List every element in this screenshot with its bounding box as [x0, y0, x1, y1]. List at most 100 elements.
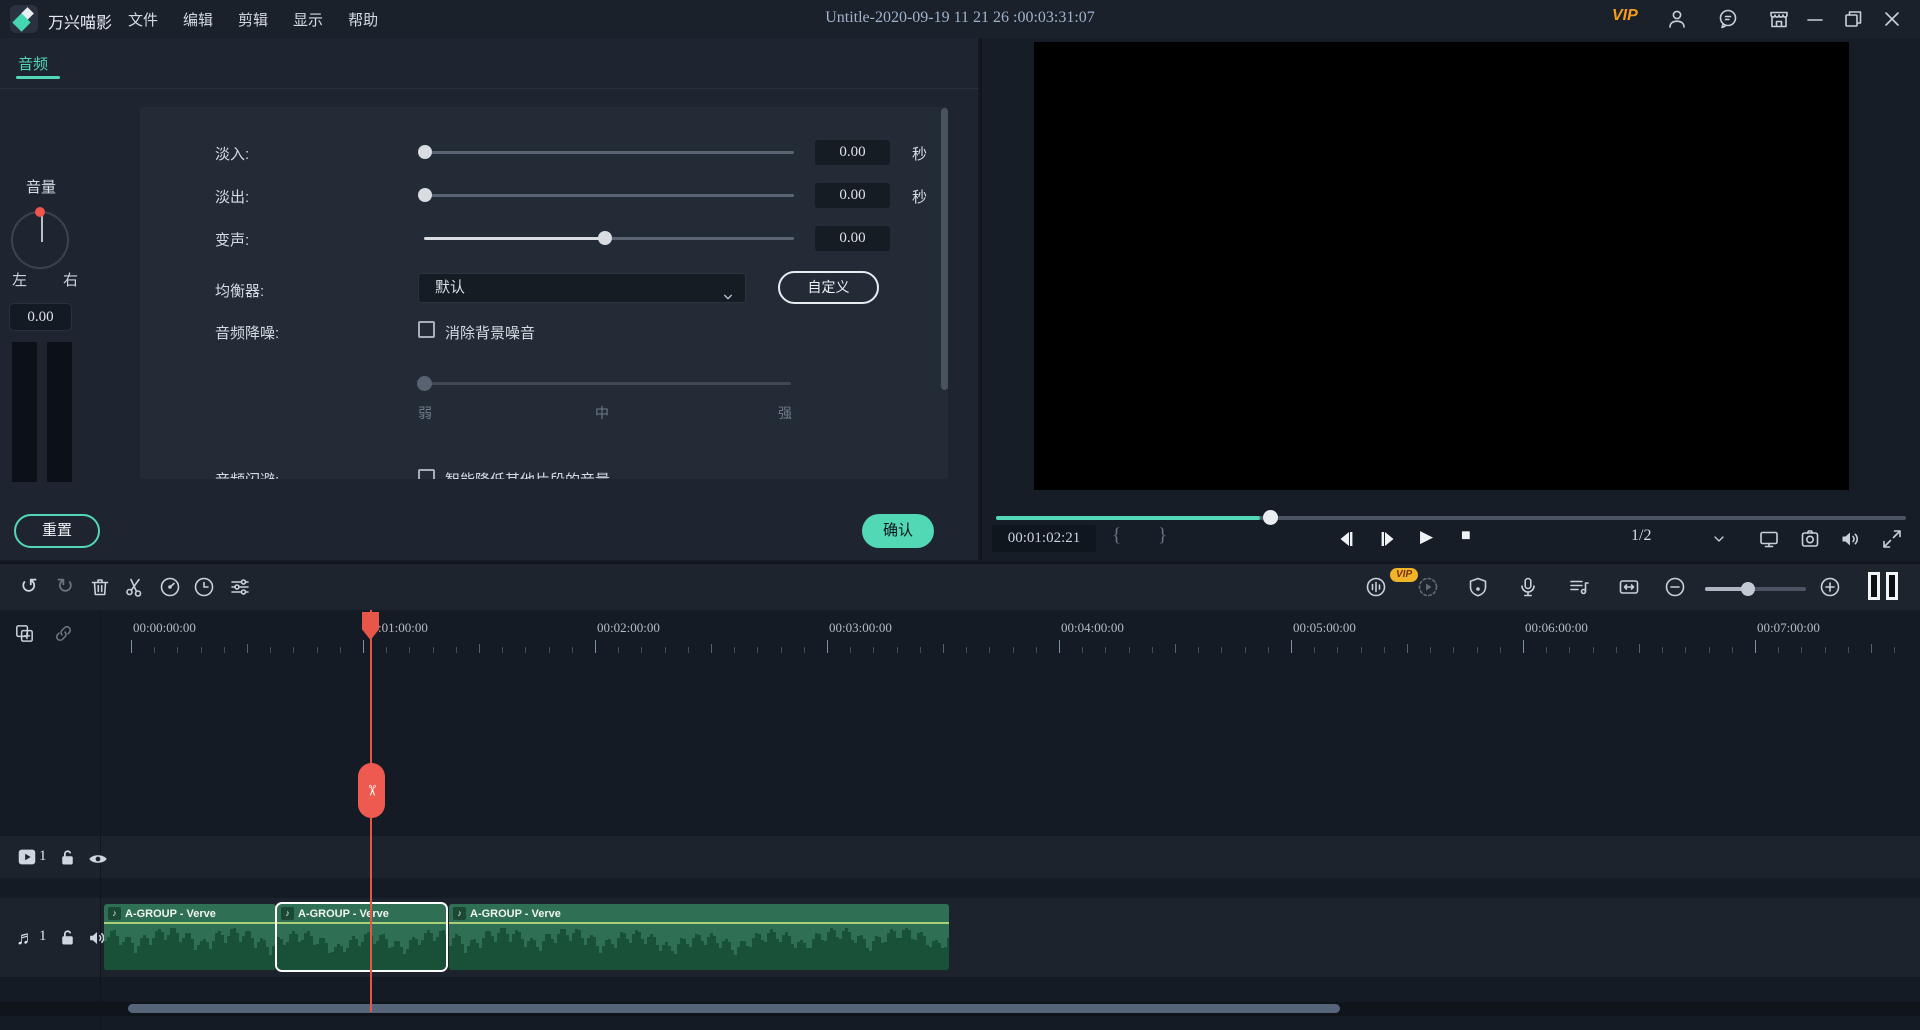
fade-out-slider-thumb[interactable] [418, 188, 432, 202]
store-icon[interactable] [1767, 7, 1791, 31]
ducking-checkbox-label: 智能降低其他片段的音量 [445, 469, 610, 479]
duration-icon[interactable] [192, 575, 218, 601]
confirm-button[interactable]: 确认 [862, 514, 934, 548]
ruler-tick [154, 647, 155, 653]
audio-meter-right [47, 342, 72, 482]
pitch-label: 变声: [215, 229, 249, 250]
play-button[interactable]: ▶ [1420, 527, 1444, 551]
preview-zoom-select[interactable]: 1/2 [1631, 527, 1651, 545]
ruler-tick [1291, 640, 1292, 653]
denoise-checkbox[interactable] [418, 321, 435, 338]
timeline-zoom-slider[interactable] [1705, 587, 1806, 591]
volume-knob[interactable] [11, 211, 69, 269]
audio-clip-0[interactable]: ♪A-GROUP - Verve [104, 904, 276, 970]
fade-out-slider[interactable] [424, 194, 794, 197]
next-frame-button[interactable] [1376, 527, 1400, 551]
ruler-tick [1523, 640, 1524, 653]
play-rendered-icon[interactable] [1416, 575, 1442, 601]
volume-envelope-line[interactable] [449, 922, 949, 924]
fullscreen-icon[interactable] [1880, 527, 1904, 551]
split-playhead-button[interactable]: ✂ [358, 763, 385, 818]
denoise-level-strong: 强 [778, 403, 792, 423]
ruler-label-3: 00:03:00:00 [829, 620, 892, 636]
volume-value-input[interactable]: 0.00 [9, 303, 72, 331]
clip-title: ♪A-GROUP - Verve [281, 906, 389, 921]
video-track-visibility-icon[interactable] [87, 848, 111, 872]
fade-out-value-input[interactable]: 0.00 [815, 183, 890, 208]
menu-item-1[interactable]: 编辑 [183, 9, 213, 30]
pitch-slider-thumb[interactable] [598, 231, 612, 245]
reset-button[interactable]: 重置 [14, 514, 100, 548]
volume-envelope-line[interactable] [277, 922, 446, 924]
vip-button[interactable]: VIP [1612, 7, 1638, 25]
speed-icon[interactable] [158, 575, 184, 601]
render-preview-icon[interactable] [1364, 575, 1390, 601]
display-device-icon[interactable] [1757, 527, 1781, 551]
fade-in-value-input[interactable]: 0.00 [815, 140, 890, 165]
zoom-in-button[interactable] [1818, 575, 1844, 601]
timeline-scrollbar-thumb[interactable] [128, 1004, 1340, 1013]
video-track-number: 1 [39, 848, 47, 865]
ruler-tick [920, 647, 921, 653]
equalizer-select[interactable]: 默认 [418, 273, 746, 303]
redo-button[interactable]: ↻ [52, 575, 78, 601]
split-scissors-icon[interactable] [123, 575, 149, 601]
denoise-strength-slider[interactable] [418, 382, 791, 385]
video-track-lock-icon[interactable] [57, 847, 81, 871]
audio-clip-2[interactable]: ♪A-GROUP - Verve [449, 904, 949, 970]
time-ruler[interactable]: 00:00:00:0000:01:00:0000:02:00:0000:03:0… [0, 610, 1920, 655]
seek-bar-thumb[interactable] [1263, 510, 1278, 525]
seek-bar-fill [996, 516, 1260, 520]
restore-button[interactable] [1841, 7, 1865, 31]
minimize-button[interactable] [1803, 7, 1827, 31]
fade-in-slider[interactable] [424, 151, 794, 154]
record-voiceover-icon[interactable] [1516, 575, 1542, 601]
fade-in-slider-thumb[interactable] [418, 145, 432, 159]
stop-button[interactable]: ■ [1461, 527, 1485, 551]
menu-item-2[interactable]: 剪辑 [238, 9, 268, 30]
ruler-tick [433, 647, 434, 653]
fit-timeline-icon[interactable] [1617, 575, 1643, 601]
panel-layout-icon[interactable] [1868, 572, 1880, 600]
mark-out-button[interactable]: } [1158, 525, 1167, 547]
pitch-value-input[interactable]: 0.00 [815, 226, 890, 251]
menu-item-4[interactable]: 帮助 [348, 9, 378, 30]
track-header-divider [100, 610, 101, 1030]
copy-icon[interactable] [13, 622, 37, 646]
menu-item-3[interactable]: 显示 [293, 9, 323, 30]
undo-button[interactable]: ↺ [16, 575, 42, 601]
ducking-checkbox[interactable] [418, 469, 435, 479]
fade-out-label: 淡出: [215, 186, 249, 207]
account-icon[interactable] [1665, 7, 1689, 31]
snapshot-icon[interactable] [1798, 527, 1822, 551]
audio-mixer-icon[interactable] [1567, 575, 1593, 601]
panel-layout-icon[interactable] [1886, 572, 1898, 600]
denoise-strength-thumb[interactable] [417, 376, 432, 391]
close-button[interactable] [1880, 7, 1904, 31]
timeline-zoom-thumb[interactable] [1741, 582, 1755, 596]
link-icon[interactable] [52, 622, 76, 646]
audio-clip-1[interactable]: ♪A-GROUP - Verve [277, 904, 446, 970]
tab-audio[interactable]: 音频 [18, 53, 48, 74]
equalizer-customize-button[interactable]: 自定义 [778, 271, 879, 304]
marker-shield-icon[interactable] [1466, 575, 1492, 601]
adjust-icon[interactable] [228, 575, 254, 601]
mark-in-button[interactable]: { [1112, 525, 1121, 547]
audio-properties-panel: 音频 音量 左 右 0.00 淡入: 0.00 秒 淡出: 0.00 秒 变声: [0, 38, 978, 560]
clip-title: ♪A-GROUP - Verve [453, 906, 561, 921]
delete-icon[interactable] [88, 575, 114, 601]
audio-track-lock-icon[interactable] [57, 927, 81, 951]
feedback-icon[interactable] [1716, 7, 1740, 31]
menu-item-0[interactable]: 文件 [128, 9, 158, 30]
mute-icon[interactable] [1838, 527, 1862, 551]
settings-vertical-scrollbar[interactable] [941, 108, 948, 390]
timeline-toolbar: ↺ ↻ VIP [0, 562, 1920, 610]
previous-frame-button[interactable] [1334, 527, 1358, 551]
volume-envelope-line[interactable] [104, 922, 276, 924]
volume-knob-indicator [35, 207, 45, 217]
seek-bar[interactable] [996, 516, 1906, 520]
zoom-out-button[interactable] [1663, 575, 1689, 601]
ruler-tick [340, 647, 341, 653]
app-logo-icon [10, 5, 38, 33]
music-note-icon: ♪ [453, 907, 466, 920]
